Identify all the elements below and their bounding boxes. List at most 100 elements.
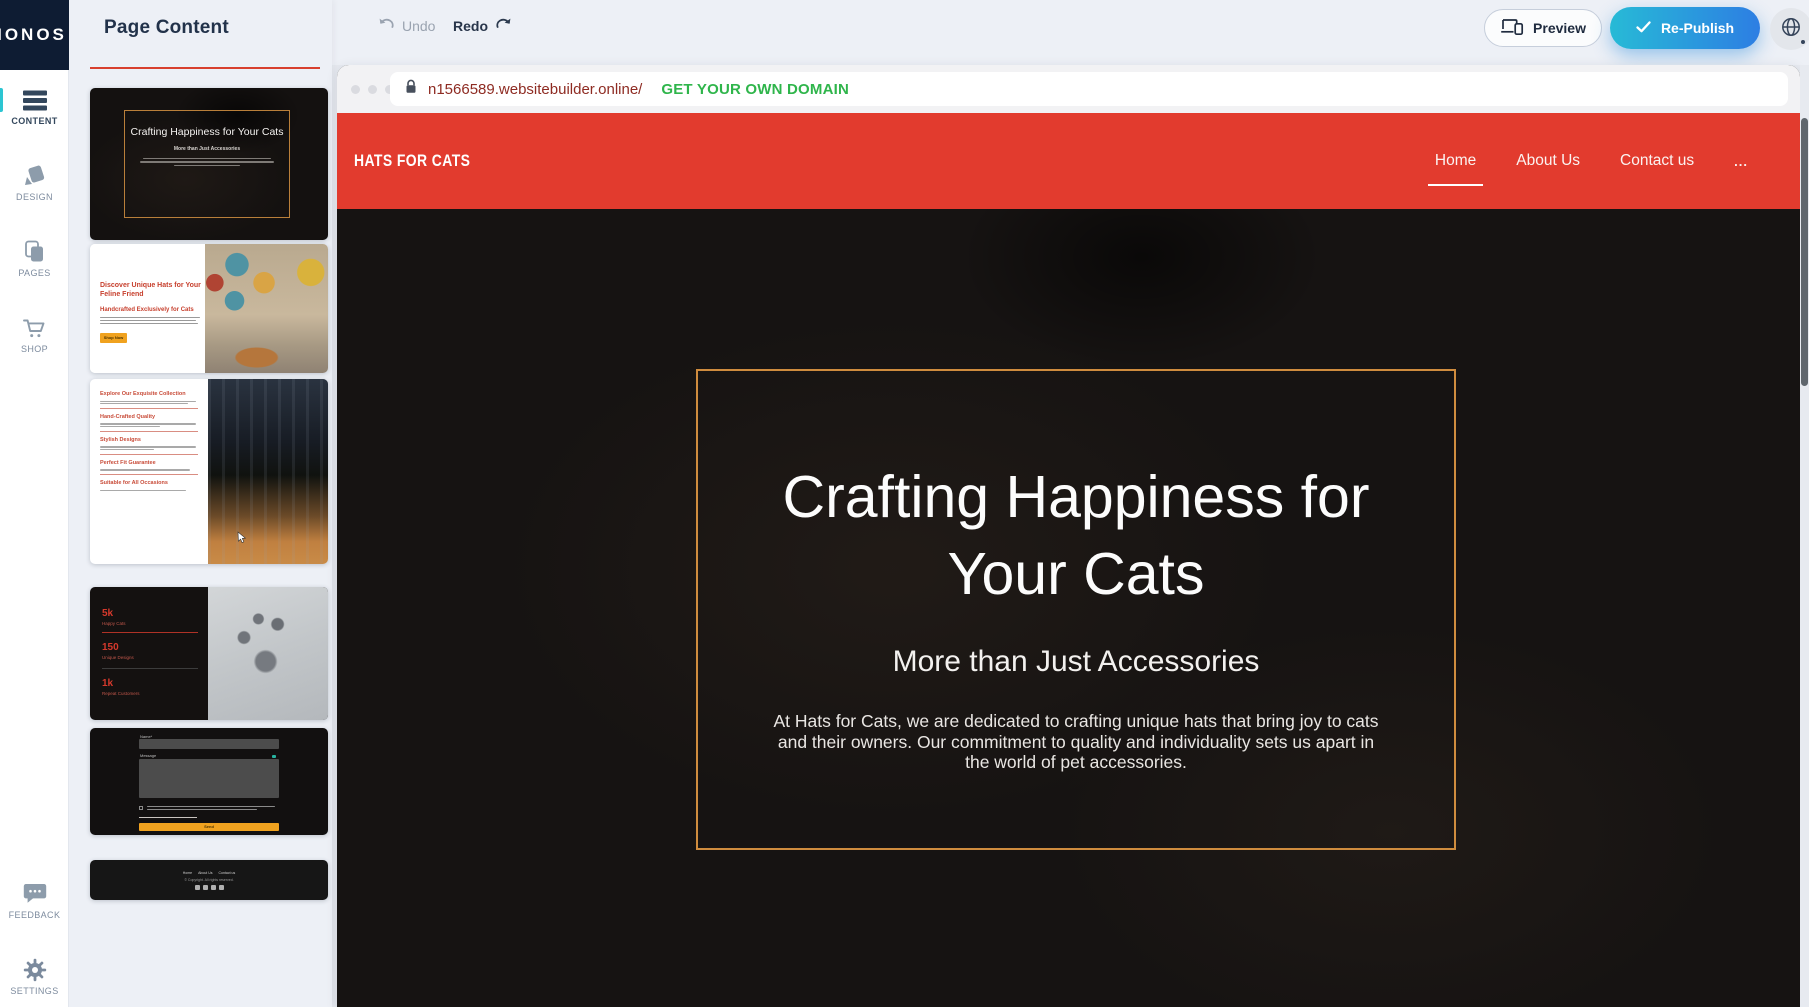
preview-scrollbar-thumb[interactable] (1801, 118, 1808, 386)
sidebar-item-label: DESIGN (0, 192, 69, 202)
thumbnail-collection-text-column: Explore Our Exquisite Collection Hand-Cr… (90, 379, 208, 564)
form-name-input (139, 739, 279, 749)
republish-label: Re-Publish (1661, 20, 1734, 36)
thumbnail-footer-section[interactable]: Home About Us Contact us © Copyright. Al… (90, 860, 328, 900)
thumbnail-hero-title: Crafting Happiness for Your Cats (125, 126, 289, 139)
form-message-textarea (139, 759, 279, 798)
globe-badge-dot (1800, 39, 1806, 45)
form-emoji-icon (272, 755, 276, 759)
hero-body-text: At Hats for Cats, we are dedicated to cr… (769, 711, 1383, 773)
sidebar-item-content[interactable]: CONTENT (0, 86, 69, 126)
pages-icon (0, 238, 69, 264)
sidebar-item-label: FEEDBACK (0, 910, 69, 920)
nav-item-contact[interactable]: Contact us (1620, 152, 1694, 170)
thumbnail-collection-heading: Stylish Designs (100, 437, 200, 443)
globe-icon (1780, 16, 1802, 43)
sidebar-item-settings[interactable]: SETTINGS (0, 956, 69, 996)
form-consent-checkbox (139, 806, 143, 810)
site-logo-text[interactable]: HATS FOR CATS (354, 151, 470, 171)
nav-item-about[interactable]: About Us (1516, 152, 1580, 170)
cursor-pointer-icon (237, 531, 247, 549)
redo-icon (495, 17, 512, 34)
social-icon (219, 885, 224, 890)
thumbnail-discover-heading: Discover Unique Hats for Your Feline Fri… (100, 281, 206, 299)
thumbnail-shop-now-button: Shop Now (100, 333, 127, 343)
thumbnail-collection-heading: Explore Our Exquisite Collection (100, 391, 200, 397)
sidebar-item-shop[interactable]: SHOP (0, 314, 69, 354)
thumbnail-stats-section[interactable]: 5k Happy Cats 150 Unique Designs 1k Repe… (90, 587, 328, 720)
form-send-button: Send (139, 823, 279, 831)
thumbnail-hero-frame: Crafting Happiness for Your Cats More th… (124, 110, 290, 218)
form-message-label: Message (140, 753, 156, 758)
language-globe-button[interactable] (1770, 8, 1809, 50)
thumbnail-hero-section[interactable]: Crafting Happiness for Your Cats More th… (90, 88, 328, 240)
get-domain-link[interactable]: GET YOUR OWN DOMAIN (661, 81, 849, 98)
shop-cart-icon (0, 314, 69, 340)
nav-more-menu[interactable]: ... (1734, 154, 1748, 169)
thumbnail-cat-fur-photo (208, 379, 328, 564)
stat-label: Unique Designs (102, 655, 134, 660)
sidebar-item-design[interactable]: DESIGN (0, 162, 69, 202)
check-icon (1636, 20, 1651, 36)
devices-icon (1500, 18, 1524, 39)
preview-label: Preview (1533, 20, 1586, 36)
address-bar[interactable]: n1566589.websitebuilder.online/ GET YOUR… (390, 72, 1788, 106)
thumbnail-collection-section[interactable]: Explore Our Exquisite Collection Hand-Cr… (90, 379, 328, 564)
sidebar-item-pages[interactable]: PAGES (0, 238, 69, 278)
social-icon (195, 885, 200, 890)
page-content-panel: Page Content Crafting Happiness for Your… (69, 0, 332, 1007)
site-header[interactable]: HATS FOR CATS Home About Us Contact us .… (337, 113, 1800, 209)
hero-subtitle: More than Just Accessories (893, 645, 1260, 679)
thumbnail-discover-subheading: Handcrafted Exclusively for Cats (100, 307, 206, 313)
thumbnail-discover-section[interactable]: Discover Unique Hats for Your Feline Fri… (90, 244, 328, 373)
site-url: n1566589.websitebuilder.online/ (428, 81, 642, 98)
sidebar-item-label: SHOP (0, 344, 69, 354)
lock-icon (405, 79, 417, 99)
hero-selected-block[interactable]: Crafting Happiness for Your Cats More th… (696, 369, 1456, 850)
design-icon (0, 162, 69, 188)
thumbnail-collection-heading: Perfect Fit Guarantee (100, 460, 200, 466)
browser-window-dots (351, 85, 394, 94)
social-icon (203, 885, 208, 890)
thumbnail-discover-body-lines (100, 317, 200, 326)
footer-links: Home About Us Contact us (183, 871, 235, 875)
thumbnail-stats-column: 5k Happy Cats 150 Unique Designs 1k Repe… (90, 587, 208, 720)
redo-button[interactable]: Redo (453, 17, 512, 34)
republish-button[interactable]: Re-Publish (1610, 7, 1760, 49)
footer-copyright: © Copyright. All rights reserved. (184, 878, 233, 882)
sidebar-item-feedback[interactable]: FEEDBACK (0, 880, 69, 920)
undo-button[interactable]: Undo (378, 17, 435, 34)
ionos-logo-text: IONOS (0, 25, 67, 45)
stat-label: Happy Cats (102, 621, 126, 626)
content-icon (0, 86, 69, 112)
sidebar-item-label: PAGES (0, 268, 69, 278)
footer-link: Contact us (219, 871, 236, 875)
ionos-logo[interactable]: IONOS (0, 0, 69, 70)
site-preview-pane: n1566589.websitebuilder.online/ GET YOUR… (337, 65, 1800, 1007)
thumbnail-contact-form-section[interactable]: Name* Message Send (90, 728, 328, 835)
site-nav: Home About Us Contact us ... (1435, 113, 1748, 209)
sidebar-item-label: SETTINGS (0, 986, 69, 996)
stat-value: 5k (102, 608, 113, 619)
thumbnail-paw-print-photo (208, 587, 328, 720)
hero-title-line2: Your Cats (948, 536, 1205, 613)
preview-button[interactable]: Preview (1484, 9, 1602, 47)
feedback-bubble-icon (0, 880, 69, 906)
footer-link: About Us (198, 871, 212, 875)
website-builder-app: Page Content Crafting Happiness for Your… (0, 0, 1809, 1007)
hero-title-line1: Crafting Happiness for (782, 459, 1369, 536)
site-hero-section[interactable]: Crafting Happiness for Your Cats More th… (337, 209, 1800, 1007)
thumbnail-hero-subtitle: More than Just Accessories (125, 146, 289, 152)
thumbnail-collection-heading: Hand-Crafted Quality (100, 414, 200, 420)
stat-value: 150 (102, 642, 119, 653)
social-icon (211, 885, 216, 890)
page-title: Page Content (104, 17, 229, 39)
thumbnail-discover-text-column: Discover Unique Hats for Your Feline Fri… (90, 244, 205, 373)
nav-item-home[interactable]: Home (1435, 152, 1476, 170)
sidebar-item-label: CONTENT (0, 116, 69, 126)
stat-label: Repeat Customers (102, 691, 140, 696)
active-indicator (0, 88, 3, 112)
footer-link: Home (183, 871, 192, 875)
undo-label: Undo (402, 18, 435, 34)
form-consent-lines (147, 806, 277, 812)
